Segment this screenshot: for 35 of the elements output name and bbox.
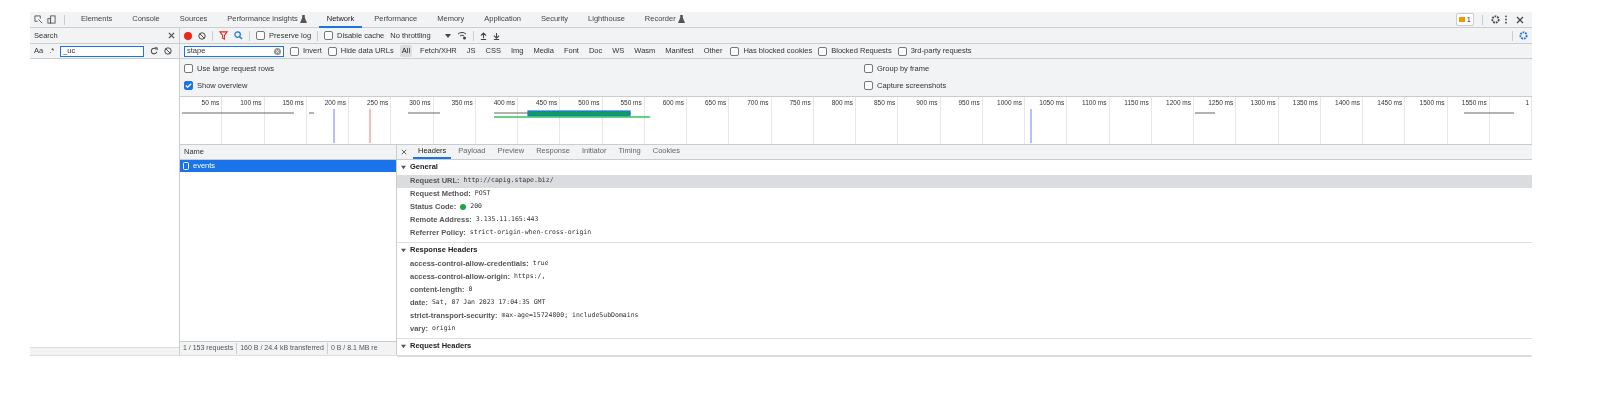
- checkbox[interactable]: [818, 46, 828, 56]
- close-icon[interactable]: [168, 32, 175, 39]
- settings-icon[interactable]: [1519, 31, 1528, 40]
- caret-icon: [401, 247, 406, 253]
- clear-icon[interactable]: [198, 31, 206, 40]
- flask-icon: [299, 14, 307, 23]
- settings-icon[interactable]: [1491, 15, 1500, 24]
- checkbox[interactable]: [864, 81, 873, 91]
- device-toolbar-icon[interactable]: [47, 15, 56, 24]
- upload-icon[interactable]: [479, 31, 487, 40]
- caret-icon: [444, 33, 451, 38]
- checkbox[interactable]: [327, 46, 337, 56]
- document-icon: [183, 161, 189, 170]
- caret-icon: [401, 164, 406, 170]
- refresh-icon[interactable]: [150, 47, 159, 55]
- checkbox[interactable]: [730, 46, 740, 56]
- close-icon[interactable]: [401, 148, 407, 155]
- checkbox[interactable]: [897, 46, 907, 56]
- inspect-icon[interactable]: [34, 15, 43, 24]
- download-icon[interactable]: [492, 31, 500, 40]
- wifi-gear-icon[interactable]: [456, 31, 467, 40]
- checkbox[interactable]: [324, 31, 334, 40]
- close-icon[interactable]: [1516, 15, 1524, 24]
- checkbox[interactable]: [864, 64, 873, 74]
- caret-icon: [401, 343, 406, 349]
- record-button[interactable]: [184, 31, 192, 40]
- flask-icon: [677, 14, 685, 23]
- search-icon[interactable]: [234, 31, 243, 40]
- checkbox[interactable]: [256, 31, 265, 40]
- filter-icon[interactable]: [219, 31, 228, 40]
- checkbox[interactable]: [290, 46, 299, 56]
- more-icon[interactable]: [1504, 15, 1508, 24]
- clear-icon[interactable]: [164, 47, 173, 55]
- checkbox[interactable]: [184, 64, 193, 74]
- checkbox[interactable]: [184, 81, 193, 91]
